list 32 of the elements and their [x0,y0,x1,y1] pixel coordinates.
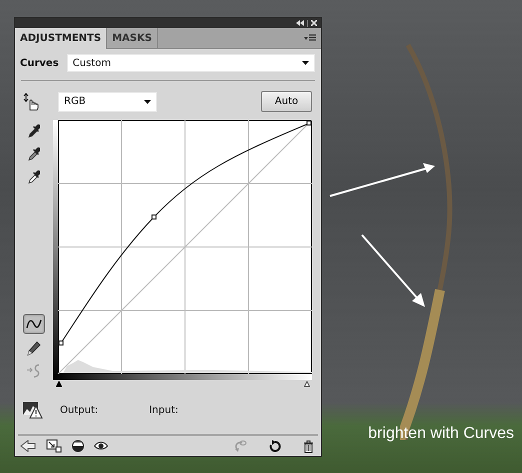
panel-menu-icon[interactable] [304,34,316,42]
close-icon[interactable] [311,20,317,26]
eyedropper-icon[interactable] [28,145,40,161]
panel-tab[interactable]: MASKS [107,28,158,48]
input-label: Input: [149,404,178,416]
collapse-icon[interactable] [296,20,304,26]
output-label: Output: [60,404,98,416]
back-arrow-icon[interactable] [20,440,36,452]
dropdown-arrow-icon [144,100,151,104]
trash-icon[interactable] [303,440,314,452]
eyedropper-icon[interactable] [28,168,40,184]
preset-dropdown[interactable]: Custom [66,54,315,72]
curve-wave-icon [26,318,42,330]
highlight-input-slider[interactable] [304,381,310,387]
adjustment-label: Curves [20,58,59,68]
shadow-input-slider[interactable] [56,381,62,387]
dropdown-arrow-icon [302,61,309,65]
curve-points-tool[interactable] [23,314,45,334]
auto-button[interactable]: Auto [261,91,312,112]
channel-dropdown[interactable]: RGB [58,92,157,112]
input-slider-track[interactable] [53,374,312,388]
panel-tab[interactable]: ADJUSTMENTS [15,28,108,49]
caption-text: brighten with Curves [368,425,514,443]
eye-icon[interactable] [94,441,108,451]
eyedropper-icon[interactable] [28,122,40,138]
curve-control-point[interactable] [306,120,312,126]
curve-control-point[interactable] [152,214,156,220]
pencil-icon [27,340,41,356]
reset-icon[interactable] [269,440,281,452]
hand-adjust-icon[interactable] [23,92,39,110]
clipping-warning-icon[interactable] [23,401,43,419]
curve-control-point[interactable] [58,340,64,346]
